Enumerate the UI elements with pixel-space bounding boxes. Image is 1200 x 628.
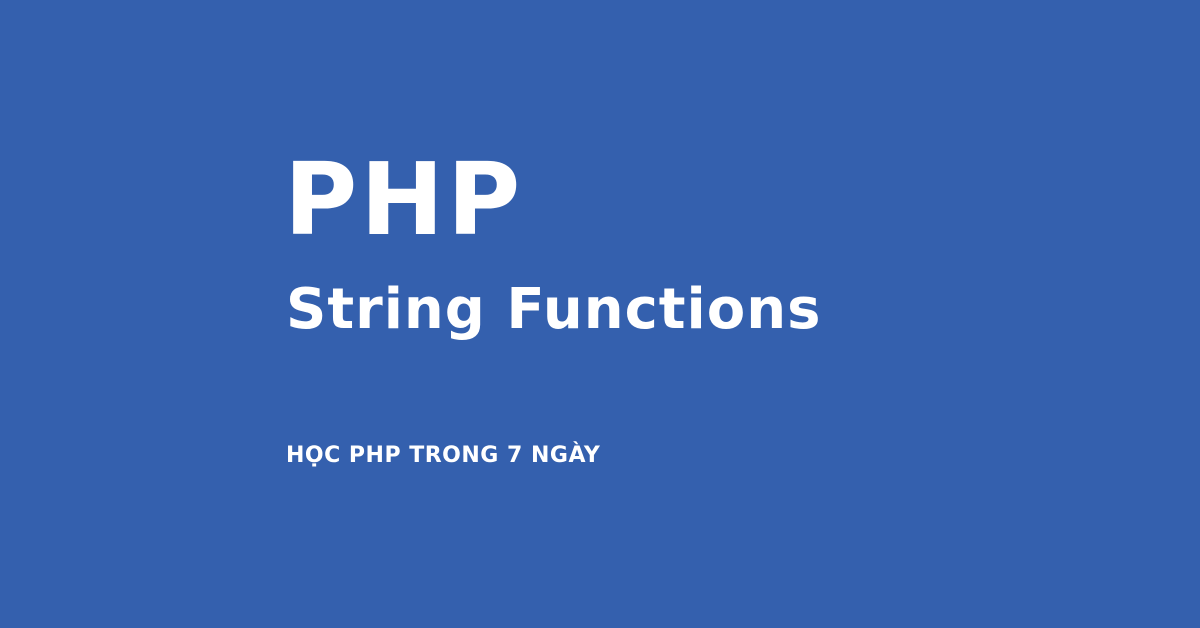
banner-tagline: HỌC PHP TRONG 7 NGÀY xyxy=(286,443,601,468)
banner-subtitle: String Functions xyxy=(286,277,822,342)
banner: PHP String Functions HỌC PHP TRONG 7 NGÀ… xyxy=(0,0,1200,628)
banner-title: PHP xyxy=(284,141,524,258)
